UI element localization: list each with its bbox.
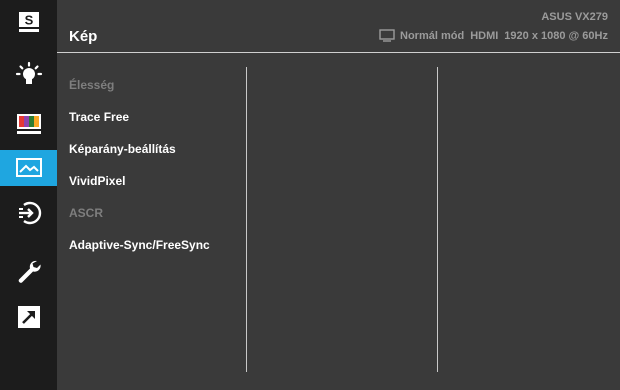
menu-item-elesseg: Élesség	[69, 78, 115, 92]
picture-icon	[15, 158, 42, 177]
sidebar-item-input-select[interactable]	[0, 196, 57, 230]
menu-item-adaptive-sync[interactable]: Adaptive-Sync/FreeSync	[69, 238, 210, 252]
wrench-icon	[18, 260, 41, 283]
menu-item-vividpixel[interactable]: VividPixel	[69, 174, 125, 188]
sidebar-item-image[interactable]	[0, 150, 57, 186]
sidebar-item-blue-light-filter[interactable]	[0, 59, 57, 91]
sidebar-item-shortcut[interactable]	[0, 300, 57, 334]
sidebar: S	[0, 0, 57, 390]
osd-menu: S ASUS VX279 Kép Normál mód HDMI 1920 x …	[0, 0, 620, 390]
mode-text: Normál mód	[400, 29, 465, 42]
menu-item-ascr: ASCR	[69, 206, 104, 220]
svg-text:S: S	[24, 13, 33, 28]
model-name: ASUS VX279	[541, 11, 608, 23]
sidebar-item-system-setup[interactable]	[0, 254, 57, 290]
color-bars-icon	[16, 114, 41, 134]
column-divider	[246, 67, 247, 372]
menu-column: Élesség Trace Free Képarány-beállítás Vi…	[57, 53, 245, 390]
status-bar: Normál mód HDMI 1920 x 1080 @ 60Hz	[379, 29, 608, 42]
monitor-icon	[379, 29, 395, 42]
column-divider	[437, 67, 438, 372]
sidebar-item-splendid[interactable]: S	[0, 6, 57, 38]
lightbulb-icon	[15, 61, 42, 84]
resolution-text: 1920 x 1080 @ 60Hz	[504, 29, 608, 42]
input-icon	[18, 201, 41, 225]
shortcut-arrow-icon	[17, 306, 40, 328]
input-text: HDMI	[470, 29, 499, 42]
menu-item-trace-free[interactable]: Trace Free	[69, 110, 129, 124]
page-title: Kép	[69, 28, 98, 45]
s-icon: S	[18, 12, 39, 32]
sidebar-item-color[interactable]	[0, 107, 57, 139]
menu-item-aspect-ratio[interactable]: Képarány-beállítás	[69, 142, 176, 156]
header: ASUS VX279 Kép Normál mód HDMI 1920 x 10…	[57, 0, 620, 52]
